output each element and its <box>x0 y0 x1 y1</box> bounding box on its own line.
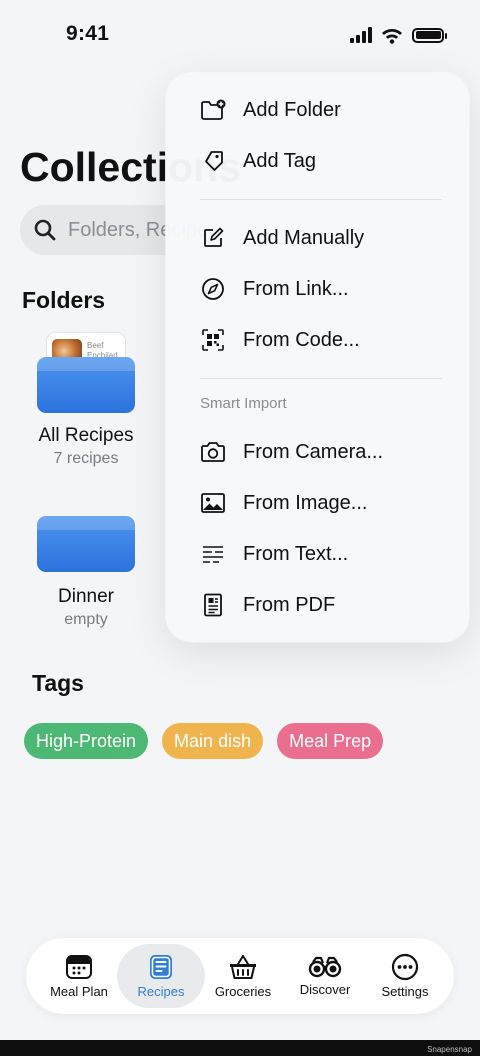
menu-item-from-image[interactable]: From Image... <box>200 483 367 523</box>
tab-discover[interactable]: Discover <box>281 944 369 1008</box>
tag-icon <box>200 148 226 174</box>
tag-list: High-Protein Main dish Meal Prep <box>24 723 384 759</box>
cellular-signal-icon <box>350 27 372 43</box>
folders-section-title: Folders <box>22 287 106 313</box>
tag-main-dish[interactable]: Main dish <box>162 723 264 759</box>
tab-label: Groceries <box>214 984 272 999</box>
folder-dinner[interactable]: Dinner empty <box>16 508 156 629</box>
tab-label: Discover <box>299 982 351 997</box>
menu-item-add-manually[interactable]: Add Manually <box>200 218 364 258</box>
calendar-icon <box>66 955 92 979</box>
menu-item-label: From PDF <box>243 593 336 616</box>
tags-section-title: Tags <box>32 670 84 696</box>
tag-meal-prep[interactable]: Meal Prep <box>277 723 384 759</box>
menu-divider <box>200 199 442 200</box>
menu-item-add-tag[interactable]: Add Tag <box>200 141 316 181</box>
folder-all-recipes[interactable]: Beef Enchilad... All Recipes 7 recipes <box>16 333 156 468</box>
tab-label: Settings <box>381 984 429 999</box>
tab-recipes[interactable]: Recipes <box>117 944 205 1008</box>
more-circle-icon <box>391 953 419 981</box>
folder-icon <box>37 508 135 574</box>
folder-icon: Beef Enchilad... <box>37 333 135 413</box>
menu-item-label: From Link... <box>243 277 349 300</box>
tab-label: Recipes <box>137 984 185 999</box>
folder-name: Dinner <box>58 586 114 607</box>
status-icons <box>350 26 447 44</box>
menu-divider <box>200 378 442 379</box>
menu-item-from-camera[interactable]: From Camera... <box>200 432 383 472</box>
menu-item-from-pdf[interactable]: From PDF <box>200 585 335 625</box>
pdf-document-icon <box>200 592 226 618</box>
folder-plus-icon <box>200 97 226 123</box>
tab-meal-plan[interactable]: Meal Plan <box>35 944 123 1008</box>
tab-label: Meal Plan <box>50 984 108 999</box>
menu-item-label: From Text... <box>243 542 349 565</box>
text-lines-icon <box>200 541 226 567</box>
folder-count: 7 recipes <box>53 450 119 467</box>
search-icon <box>34 219 56 241</box>
menu-item-from-link[interactable]: From Link... <box>200 269 349 309</box>
menu-item-from-text[interactable]: From Text... <box>200 534 348 574</box>
folder-count: empty <box>64 611 108 628</box>
binoculars-icon <box>308 956 342 978</box>
tab-bar: Meal Plan Recipes Groceries Discover Set… <box>26 938 454 1014</box>
photo-icon <box>200 490 226 516</box>
menu-item-from-code[interactable]: From Code... <box>200 320 360 360</box>
qr-code-icon <box>200 327 226 353</box>
tab-settings[interactable]: Settings <box>361 944 449 1008</box>
battery-icon <box>412 27 447 43</box>
menu-item-label: Add Manually <box>243 226 365 249</box>
menu-item-label: Add Folder <box>243 98 341 121</box>
menu-item-label: From Camera... <box>243 440 384 463</box>
menu-item-add-folder[interactable]: Add Folder <box>200 90 341 130</box>
menu-item-label: Add Tag <box>243 149 317 172</box>
edit-square-icon <box>200 225 226 251</box>
watermark: Snapensnap <box>427 1045 472 1054</box>
folder-name: All Recipes <box>38 425 134 446</box>
menu-item-label: From Code... <box>243 328 360 351</box>
menu-item-label: From Image... <box>243 491 368 514</box>
bottom-strip <box>0 1040 480 1056</box>
recipe-book-icon <box>150 955 172 979</box>
status-bar: 9:41 <box>0 0 480 70</box>
wifi-icon <box>382 29 402 44</box>
status-time: 9:41 <box>66 22 110 45</box>
basket-icon <box>230 955 256 979</box>
compass-icon <box>200 276 226 302</box>
add-menu-popover: Add Folder Add Tag Add Manually From Lin… <box>166 73 469 642</box>
tag-high-protein[interactable]: High-Protein <box>24 723 149 759</box>
camera-icon <box>200 439 226 465</box>
smart-import-heading: Smart Import <box>200 395 287 412</box>
tab-groceries[interactable]: Groceries <box>199 944 287 1008</box>
